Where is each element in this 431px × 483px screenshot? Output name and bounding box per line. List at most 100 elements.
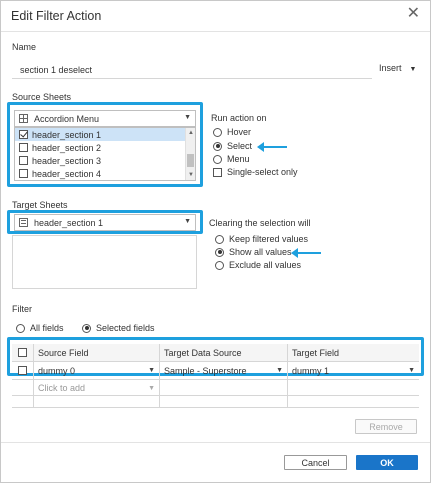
- list-item-label: header_section 2: [32, 142, 102, 153]
- radio-label: Show all values: [229, 247, 292, 257]
- checkbox[interactable]: [213, 167, 222, 177]
- column-header: Source Field: [34, 344, 160, 361]
- radio-button-selected[interactable]: [213, 141, 222, 151]
- chevron-down-icon: ▼: [409, 66, 417, 73]
- target-sheets-label: Target Sheets: [12, 200, 68, 210]
- chevron-down-icon: ▼: [148, 367, 155, 374]
- add-field-placeholder: Click to add: [38, 382, 86, 393]
- target-field-value: dummy 1: [292, 365, 330, 376]
- empty-cell: [160, 396, 288, 407]
- scroll-thumb[interactable]: [187, 154, 194, 167]
- dashboard-icon: [19, 114, 28, 123]
- list-item-label: header_section 1: [32, 129, 102, 140]
- chevron-down-icon: ▼: [184, 218, 191, 225]
- list-item-label: header_section 4: [32, 168, 102, 179]
- list-item[interactable]: header_section 1: [15, 128, 195, 141]
- radio-select[interactable]: Select: [213, 141, 252, 151]
- insert-dropdown[interactable]: Insert ▼: [379, 63, 416, 73]
- radio-button[interactable]: [213, 154, 222, 164]
- source-field-value: dummy 0: [38, 365, 76, 376]
- target-data-source-dropdown[interactable]: Sample - Superstore ▼: [160, 362, 288, 379]
- row-checkbox[interactable]: [18, 366, 27, 375]
- radio-button-selected[interactable]: [215, 247, 224, 257]
- radio-button[interactable]: [213, 127, 222, 137]
- source-sheets-label: Source Sheets: [12, 92, 72, 102]
- radio-button[interactable]: [215, 234, 224, 244]
- scroll-down-icon[interactable]: ▼: [188, 172, 194, 178]
- single-select-only-checkbox[interactable]: Single-select only: [213, 167, 298, 177]
- radio-button[interactable]: [16, 323, 25, 333]
- radio-button[interactable]: [215, 260, 224, 270]
- list-item[interactable]: header_section 2: [15, 141, 195, 154]
- name-input[interactable]: [12, 61, 372, 79]
- scroll-up-icon[interactable]: ▲: [188, 130, 194, 136]
- table-row: dummy 0 ▼ Sample - Superstore ▼ dummy 1 ▼: [12, 362, 419, 380]
- remove-button[interactable]: Remove: [355, 419, 417, 434]
- radio-button-selected[interactable]: [82, 323, 91, 333]
- empty-cell: [288, 380, 419, 395]
- table-row-empty: [12, 396, 419, 408]
- row-select-cell: [12, 380, 34, 395]
- radio-keep-filtered[interactable]: Keep filtered values: [215, 234, 308, 244]
- source-dashboard-dropdown[interactable]: Accordion Menu ▼: [14, 110, 196, 127]
- cancel-button[interactable]: Cancel: [284, 455, 347, 470]
- checkbox-checked[interactable]: [19, 130, 28, 139]
- chevron-down-icon: ▼: [408, 367, 415, 374]
- target-data-source-value: Sample - Superstore: [164, 365, 247, 376]
- sheet-icon: [19, 218, 28, 227]
- footer-divider: [1, 442, 430, 443]
- radio-show-all[interactable]: Show all values: [215, 247, 292, 257]
- header-select-cell: [12, 344, 34, 361]
- checkbox[interactable]: [19, 143, 28, 152]
- ok-button[interactable]: OK: [356, 455, 418, 470]
- source-sheets-list: header_section 1 header_section 2 header…: [14, 127, 196, 181]
- radio-label: Hover: [227, 127, 252, 137]
- list-item-label: header_section 3: [32, 155, 102, 166]
- column-header: Target Field: [292, 347, 340, 358]
- dialog-title: Edit Filter Action: [11, 9, 102, 23]
- empty-cell: [288, 396, 419, 407]
- radio-label: Exclude all values: [229, 260, 302, 270]
- clearing-label: Clearing the selection will: [209, 218, 311, 228]
- row-select-cell: [12, 362, 34, 379]
- select-all-checkbox[interactable]: [18, 348, 27, 357]
- radio-all-fields[interactable]: All fields: [16, 323, 64, 333]
- chevron-down-icon: ▼: [184, 114, 191, 121]
- insert-label: Insert: [379, 63, 402, 73]
- radio-label: Select: [227, 141, 253, 151]
- add-field-dropdown[interactable]: Click to add ▼: [34, 380, 160, 395]
- table-header: Source Field Target Data Source Target F…: [12, 344, 419, 362]
- arrow-left-icon: [257, 142, 287, 152]
- chevron-down-icon: ▼: [148, 385, 155, 392]
- source-field-dropdown[interactable]: dummy 0 ▼: [34, 362, 160, 379]
- checkbox[interactable]: [19, 156, 28, 165]
- list-scrollbar[interactable]: ▲ ▼: [185, 128, 195, 180]
- title-divider: [1, 31, 430, 32]
- target-sheets-list: [12, 235, 197, 289]
- radio-menu[interactable]: Menu: [213, 154, 250, 164]
- name-label: Name: [12, 42, 37, 52]
- empty-cell: [160, 380, 288, 395]
- table-row-add: Click to add ▼: [12, 380, 419, 396]
- radio-selected-fields[interactable]: Selected fields: [82, 323, 155, 333]
- chevron-down-icon: ▼: [276, 367, 283, 374]
- list-item[interactable]: header_section 4: [15, 167, 195, 180]
- radio-exclude-all[interactable]: Exclude all values: [215, 260, 301, 270]
- source-dashboard-value: Accordion Menu: [34, 113, 100, 124]
- radio-label: All fields: [30, 323, 64, 333]
- radio-hover[interactable]: Hover: [213, 127, 251, 137]
- empty-cell: [34, 396, 160, 407]
- run-action-label: Run action on: [211, 113, 267, 123]
- target-sheet-dropdown[interactable]: header_section 1 ▼: [14, 214, 196, 231]
- radio-label: Menu: [227, 154, 250, 164]
- target-sheet-value: header_section 1: [34, 217, 104, 228]
- column-header: Target Data Source: [160, 344, 288, 361]
- checkbox[interactable]: [19, 169, 28, 178]
- list-item[interactable]: header_section 3: [15, 154, 195, 167]
- edit-filter-action-dialog: Edit Filter Action ✕ Name Insert ▼ Source…: [0, 0, 431, 483]
- target-field-dropdown[interactable]: dummy 1 ▼: [288, 362, 419, 379]
- filter-label: Filter: [12, 304, 32, 314]
- empty-cell: [12, 396, 34, 407]
- radio-label: Selected fields: [96, 323, 155, 333]
- close-icon[interactable]: ✕: [407, 6, 420, 22]
